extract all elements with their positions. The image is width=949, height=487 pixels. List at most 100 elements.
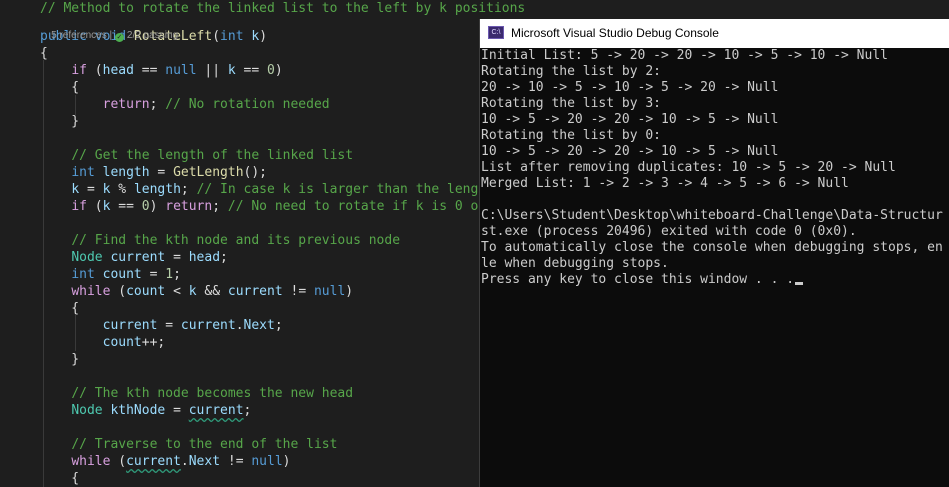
code-token: while: [71, 284, 111, 299]
codelens[interactable]: 5 references | ✓ 2/2 passing: [40, 15, 178, 42]
code-token: 0: [267, 63, 275, 78]
code-token: null: [251, 454, 283, 469]
code-token: current: [227, 284, 283, 299]
console-line: List after removing duplicates: 10 -> 5 …: [481, 160, 896, 175]
code-line: {: [40, 300, 79, 317]
codelens-passing[interactable]: 2/2 passing: [127, 30, 178, 41]
code-token: (: [86, 63, 103, 78]
code-token: ==: [133, 63, 166, 78]
code-token: =: [79, 182, 103, 197]
code-token: length: [102, 165, 150, 180]
code-token: <: [165, 284, 189, 299]
code-token: =: [165, 250, 189, 265]
code-token: return: [165, 199, 213, 214]
code-token: // No rotation needed: [165, 97, 330, 112]
code-token: count: [102, 335, 142, 350]
code-token: if: [71, 63, 87, 78]
code-token: Node: [71, 403, 103, 418]
code-token: (: [212, 29, 221, 44]
code-token: =: [149, 165, 174, 180]
console-title: Microsoft Visual Studio Debug Console: [511, 26, 719, 40]
code-token: current: [188, 403, 244, 418]
code-token: ;: [220, 250, 228, 265]
code-token: // In case k is larger than the length: [196, 182, 494, 197]
console-line: Rotating the list by 3:: [481, 96, 662, 111]
code-line: current = current.Next;: [40, 317, 283, 334]
code-token: !=: [220, 454, 252, 469]
code-line: Node current = head;: [40, 249, 228, 266]
console-titlebar[interactable]: C:\ Microsoft Visual Studio Debug Consol…: [480, 19, 949, 48]
code-token: Next: [243, 318, 275, 333]
console-line: C:\Users\Student\Desktop\whiteboard-Chal…: [481, 208, 943, 223]
code-token: &&: [196, 284, 228, 299]
code-line: // The kth node becomes the new head: [40, 385, 353, 402]
code-token: current: [102, 318, 158, 333]
code-token: (: [86, 199, 103, 214]
code-token: (: [110, 454, 127, 469]
code-token: // Get the length of the linked list: [71, 148, 354, 163]
code-token: ;: [274, 318, 283, 333]
code-token: count: [102, 267, 142, 282]
code-token: ;: [173, 267, 181, 282]
code-token: Node: [71, 250, 103, 265]
code-token: Next: [188, 454, 221, 469]
code-token: =: [165, 403, 189, 418]
code-token: .: [180, 454, 189, 469]
code-line: Node kthNode = current;: [40, 402, 251, 419]
code-token: k: [71, 182, 80, 197]
console-line: 10 -> 5 -> 20 -> 20 -> 10 -> 5 -> Null: [481, 144, 779, 159]
code-token: 1: [165, 267, 174, 282]
code-token: ;: [212, 199, 228, 214]
code-token: {: [40, 471, 80, 486]
console-line: st.exe (process 20496) exited with code …: [481, 224, 857, 239]
code-line: while (count < k && current != null): [40, 283, 353, 300]
code-token: length: [133, 182, 181, 197]
code-token: // The kth node becomes the new head: [71, 386, 354, 401]
code-line: int count = 1;: [40, 266, 181, 283]
code-token: =: [141, 267, 166, 282]
code-token: // Method to rotate the linked list to t…: [40, 1, 526, 16]
code-token: 0: [141, 199, 150, 214]
code-token: // Traverse to the end of the list: [71, 437, 338, 452]
console-line: Rotating the list by 2:: [481, 64, 662, 79]
code-token: current: [110, 250, 166, 265]
code-token: head: [188, 250, 221, 265]
code-line: if (k == 0) return; // No need to rotate…: [40, 198, 486, 215]
code-token: k: [251, 29, 260, 44]
code-token: .: [235, 318, 244, 333]
code-token: ;: [180, 182, 197, 197]
console-line: le when debugging stops.: [481, 256, 669, 271]
debug-console-window[interactable]: C:\ Microsoft Visual Studio Debug Consol…: [479, 19, 949, 487]
code-token: ): [345, 284, 354, 299]
code-line: {: [40, 470, 79, 487]
code-token: ): [149, 199, 166, 214]
code-line: }: [40, 113, 79, 130]
code-token: ();: [243, 165, 268, 180]
code-token: null: [165, 63, 197, 78]
code-token: null: [313, 284, 346, 299]
code-line: {: [40, 79, 79, 96]
code-line: count++;: [40, 334, 166, 351]
check-icon: ✓: [114, 33, 124, 42]
code-token: ||: [196, 63, 228, 78]
codelens-references[interactable]: 5 references: [51, 30, 107, 41]
text-cursor: [795, 282, 804, 285]
code-line: while (current.Next != null): [40, 453, 290, 470]
code-line: // Traverse to the end of the list: [40, 436, 337, 453]
code-line: k = k % length; // In case k is larger t…: [40, 181, 494, 198]
code-token: !=: [282, 284, 314, 299]
code-token: k: [227, 63, 236, 78]
code-token: GetLength: [173, 165, 244, 180]
